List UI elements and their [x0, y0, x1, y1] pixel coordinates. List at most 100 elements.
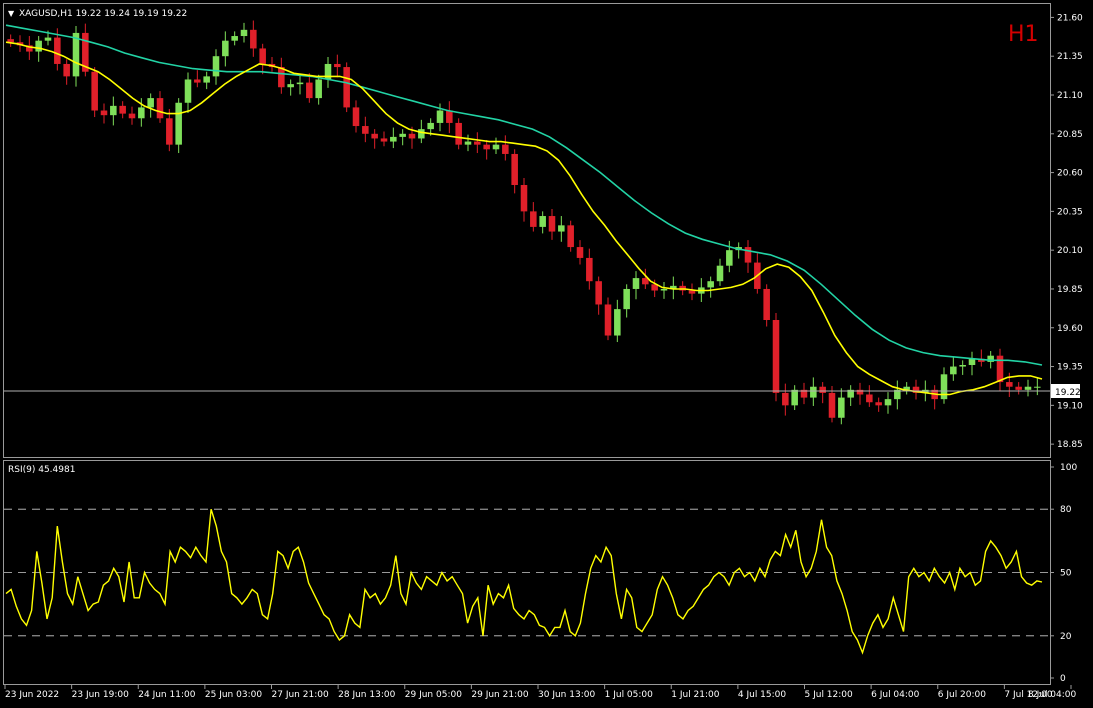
- candle-body: [362, 126, 369, 134]
- rsi-tick-label: 100: [1060, 463, 1077, 473]
- candle-body: [660, 288, 668, 291]
- candle-body: [623, 288, 630, 310]
- current-price-label: 19.22: [1055, 388, 1081, 398]
- candle-body: [138, 107, 145, 119]
- candle-body: [548, 216, 556, 232]
- time-tick-label: 29 Jun 05:00: [405, 690, 462, 700]
- candle-body: [296, 82, 304, 85]
- candle-body: [54, 37, 61, 64]
- candle-body: [408, 133, 416, 139]
- candle-body: [455, 122, 462, 145]
- candle-body: [838, 397, 845, 418]
- candle-body: [1034, 386, 1041, 388]
- candle-body: [278, 67, 285, 88]
- candle-body: [306, 82, 313, 99]
- rsi-tick-label: 20: [1060, 632, 1072, 642]
- candle-body: [194, 79, 201, 83]
- candle-body: [436, 110, 444, 123]
- candle-body: [791, 389, 798, 406]
- rsi-line: [5, 508, 1043, 655]
- rsi-tick-label: 0: [1060, 674, 1066, 684]
- candle-body: [558, 225, 565, 232]
- candle-body: [446, 110, 453, 123]
- time-tick-label: 24 Jun 11:00: [138, 690, 195, 700]
- candle-body: [147, 98, 154, 108]
- price-tick-label: 20.60: [1057, 169, 1083, 179]
- time-tick-label: 29 Jun 21:00: [471, 690, 528, 700]
- price-tick-label: 19.60: [1057, 324, 1083, 334]
- candle-body: [576, 247, 584, 258]
- candle-body: [128, 113, 136, 119]
- candle-body: [763, 288, 770, 320]
- candle-body: [726, 250, 733, 266]
- candle-body: [819, 386, 826, 393]
- time-tick-label: 1 Jul 05:00: [605, 690, 654, 700]
- time-tick-label: 25 Jun 03:00: [205, 690, 262, 700]
- candle-body: [511, 153, 518, 185]
- rsi-layer: [4, 508, 1050, 655]
- candle-body: [315, 79, 322, 99]
- price-tick-label: 21.35: [1057, 52, 1083, 62]
- price-tick-label: 19.10: [1057, 401, 1083, 411]
- price-tick-label: 19.35: [1057, 363, 1083, 373]
- candle-body: [44, 37, 52, 41]
- candle-body: [63, 63, 70, 77]
- candle-body: [530, 211, 537, 227]
- candle-body: [287, 84, 294, 88]
- candle-body: [464, 141, 472, 145]
- rsi-tick-label: 50: [1060, 569, 1072, 579]
- time-tick-label: 27 Jun 21:00: [272, 690, 329, 700]
- candle-body: [483, 144, 490, 150]
- candle-body: [250, 29, 257, 49]
- candle-body: [119, 105, 126, 114]
- candle-body: [259, 48, 266, 64]
- candle-body: [380, 138, 388, 142]
- candle-body: [203, 76, 210, 83]
- candle-body: [679, 285, 686, 291]
- time-tick-label: 4 Jul 15:00: [738, 690, 787, 700]
- timeframe-badge: H1: [1008, 22, 1039, 47]
- candle-body: [782, 392, 789, 406]
- rsi-tick-label: 80: [1060, 505, 1072, 515]
- axes-layer: 21.60 21.35 21.10 20.85 20.60 20.35 20.10 19.85…: [4, 13, 1083, 700]
- candle-body: [614, 309, 621, 336]
- price-tick-label: 21.60: [1057, 13, 1083, 23]
- candle-body: [427, 122, 434, 130]
- candle-body: [343, 67, 350, 108]
- candle-body: [950, 366, 957, 375]
- time-tick-label: 8 Jul 04:00: [1028, 690, 1077, 700]
- candle-body: [352, 107, 360, 127]
- candle-body: [772, 320, 780, 393]
- candle-body: [399, 133, 406, 137]
- candle-body: [539, 216, 546, 227]
- candle-body: [334, 63, 341, 68]
- candle-body: [166, 118, 173, 145]
- candle-body: [875, 402, 882, 406]
- candle-body: [418, 129, 425, 139]
- price-tick-label: 20.85: [1057, 130, 1083, 140]
- candle-body: [212, 56, 220, 77]
- candle-body: [828, 392, 836, 418]
- candle-body: [632, 278, 640, 289]
- candle-body: [474, 141, 481, 145]
- time-tick-label: 6 Jul 20:00: [938, 690, 987, 700]
- price-tick-label: 21.10: [1057, 91, 1083, 101]
- collapse-arrow-icon[interactable]: ▼: [8, 9, 15, 18]
- candle-body: [1024, 386, 1032, 390]
- candle-body: [371, 133, 378, 139]
- candle-body: [595, 281, 602, 305]
- candle-body: [91, 71, 98, 111]
- candle-body: [968, 358, 976, 365]
- time-tick-label: 5 Jul 12:00: [805, 690, 854, 700]
- price-tick-label: 20.35: [1057, 207, 1083, 217]
- price-tick-label: 18.85: [1057, 440, 1083, 450]
- candle-body: [492, 144, 500, 150]
- candle-body: [175, 102, 182, 145]
- time-tick-label: 28 Jun 13:00: [338, 690, 395, 700]
- candle-body: [810, 386, 817, 398]
- candle-body: [716, 265, 724, 282]
- candle-body: [1006, 382, 1013, 387]
- symbol-info: XAGUSD,H1 19.22 19.24 19.19 19.22: [19, 9, 187, 19]
- candle-body: [604, 304, 612, 336]
- candle-body: [744, 247, 752, 263]
